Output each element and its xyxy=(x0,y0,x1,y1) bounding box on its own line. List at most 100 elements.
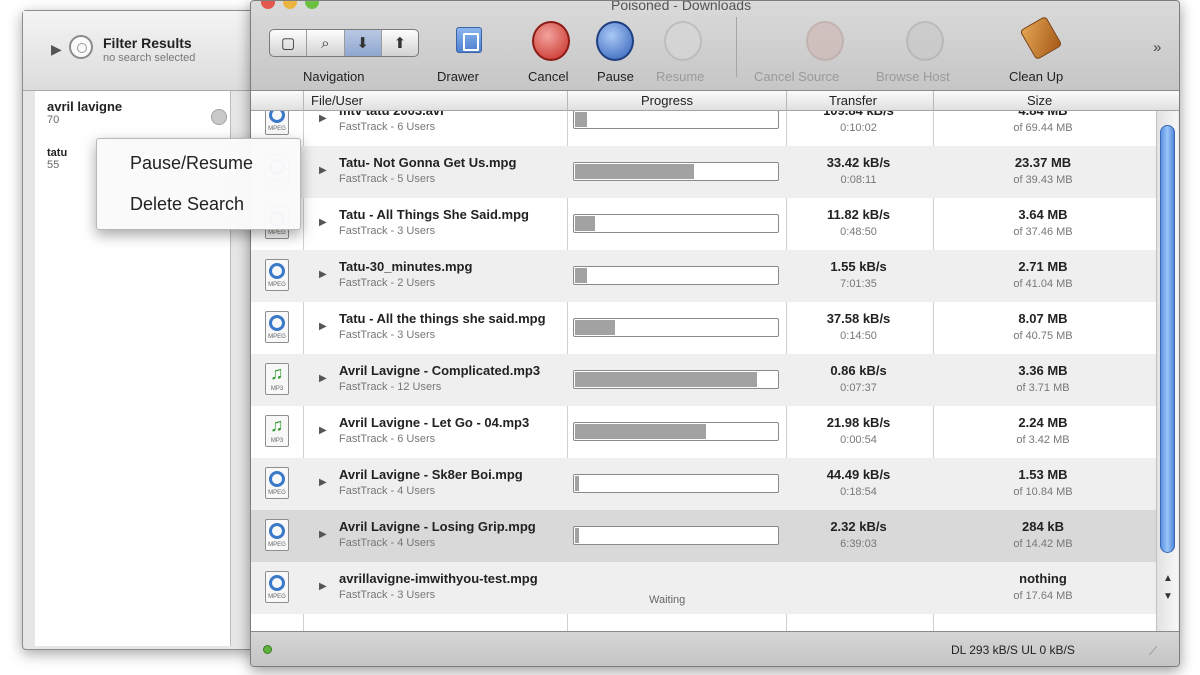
downloaded-size: 1.53 MB xyxy=(1018,467,1068,482)
downloaded-size: nothing xyxy=(1019,571,1067,586)
browse-host-button: Browse Host xyxy=(876,69,950,84)
time-remaining: 0:10:02 xyxy=(840,122,877,134)
progress-fill xyxy=(575,476,579,491)
resume-icon xyxy=(664,21,702,61)
table-row[interactable]: MPEG ▶ Tatu-30_minutes.mpg FastTrack - 2 Us… xyxy=(251,250,1156,302)
downloads-window: Poisoned - Downloads ▢ ⌕ ⬇ ⬆ Navigation … xyxy=(250,0,1180,667)
downloaded-size: 284 kB xyxy=(1022,519,1064,534)
file-name: Avril Lavigne - Complicated.mp3 xyxy=(339,363,541,378)
clean-up-button[interactable]: Clean Up xyxy=(1009,69,1063,84)
disclosure-triangle-icon[interactable]: ▶ xyxy=(319,581,327,592)
pause-icon[interactable] xyxy=(596,21,634,61)
source-users: FastTrack - 5 Users xyxy=(339,173,436,185)
column-divider xyxy=(786,91,787,111)
cancel-button[interactable]: Cancel xyxy=(528,69,568,84)
column-divider xyxy=(567,91,568,111)
source-users: FastTrack - 12 Users xyxy=(339,381,442,393)
file-name: avrillavigne-imwithyou-test.mpg xyxy=(339,571,538,586)
downloaded-size: 2.71 MB xyxy=(1018,259,1068,274)
column-size[interactable]: Size xyxy=(1027,93,1052,108)
progress-bar xyxy=(573,318,779,337)
disclosure-triangle-icon[interactable]: ▶ xyxy=(319,529,327,540)
progress-fill xyxy=(575,424,706,439)
downloads-table: MPEG ▶ mtv tatu 2003.avi FastTrack - 6 User… xyxy=(251,111,1156,631)
source-users: FastTrack - 3 Users xyxy=(339,329,436,341)
scroll-up-arrow-icon[interactable]: ▲ xyxy=(1163,573,1173,584)
scroll-thumb[interactable] xyxy=(1160,125,1175,553)
quicktime-icon: MPEG xyxy=(265,519,289,551)
disclosure-triangle-icon[interactable]: ▶ xyxy=(319,113,327,124)
broom-icon[interactable] xyxy=(1019,15,1063,61)
table-row[interactable]: MPEG ▶ Avril Lavigne - Losing Grip.mpg Fast… xyxy=(251,510,1156,562)
total-size: of 39.43 MB xyxy=(1013,174,1073,186)
cancel-icon[interactable] xyxy=(532,21,570,61)
pause-button[interactable]: Pause xyxy=(597,69,634,84)
disclosure-triangle-icon[interactable]: ▶ xyxy=(319,217,327,228)
search-item-avril-lavigne[interactable]: avril lavigne 70 xyxy=(47,99,122,126)
toolbar-separator xyxy=(736,17,737,77)
search-icon[interactable]: ⌕ xyxy=(307,30,345,56)
transfer-speed: 37.58 kB/s xyxy=(826,311,891,326)
close-window-icon[interactable] xyxy=(261,1,275,9)
table-row[interactable]: ♫ MP3 ▶ Avril Lavigne - Complicated.mp3 Fast… xyxy=(251,354,1156,406)
download-arrow-icon[interactable]: ⬇ xyxy=(344,30,382,56)
drawer-label: Drawer xyxy=(437,69,479,84)
scroll-down-arrow-icon[interactable]: ▼ xyxy=(1163,591,1173,602)
time-remaining: 0:00:54 xyxy=(840,434,877,446)
search-progress-icon[interactable] xyxy=(211,109,227,125)
disclosure-triangle-icon[interactable]: ▶ xyxy=(319,477,327,488)
downloaded-size: 4.84 MB xyxy=(933,111,1153,118)
minimize-window-icon[interactable] xyxy=(283,1,297,9)
cancel-source-icon xyxy=(806,21,844,61)
disclosure-triangle-icon[interactable]: ▶ xyxy=(319,321,327,332)
search-name: avril lavigne xyxy=(47,99,123,114)
file-name: Avril Lavigne - Let Go - 04.mp3 xyxy=(339,415,530,430)
downloaded-size: 3.36 MB xyxy=(1018,363,1068,378)
filter-results-header[interactable]: ▶ Filter Results no search selected xyxy=(23,11,253,91)
column-transfer[interactable]: Transfer xyxy=(829,93,877,108)
total-size: of 40.75 MB xyxy=(1013,330,1073,342)
search-count: 55 xyxy=(47,159,60,171)
resize-grip-icon[interactable]: ⟋ xyxy=(1149,644,1157,659)
table-row[interactable]: ♫ MP3 ▶ Avril Lavigne - Let Go - 04.mp3 Fast… xyxy=(251,406,1156,458)
progress-bar xyxy=(573,422,779,441)
disclosure-triangle-icon[interactable]: ▶ xyxy=(319,425,327,436)
progress-fill xyxy=(575,320,615,335)
zoom-window-icon[interactable] xyxy=(305,1,319,9)
disclosure-triangle-icon[interactable]: ▶ xyxy=(319,373,327,384)
filter-icon xyxy=(69,35,93,59)
table-row[interactable]: MPEG▶Tatu- Not Gonna Get Us.mpgFastTrack… xyxy=(251,146,1156,198)
toolbar-overflow-icon[interactable]: » xyxy=(1153,39,1161,56)
source-users: FastTrack - 3 Users xyxy=(339,225,436,237)
drawer-button[interactable] xyxy=(456,27,482,53)
column-progress[interactable]: Progress xyxy=(641,93,693,108)
table-row[interactable]: MPEG ▶ mtv tatu 2003.avi FastTrack - 6 User… xyxy=(251,111,1156,146)
table-row[interactable]: MPEG ▶ Tatu - All the things she said.mpg F… xyxy=(251,302,1156,354)
file-name: Tatu- Not Gonna Get Us.mpg xyxy=(339,155,517,170)
file-name: Tatu - All Things She Said.mpg xyxy=(339,207,529,222)
total-size: of 17.64 MB xyxy=(1013,590,1073,602)
disclosure-triangle-icon[interactable]: ▶ xyxy=(51,41,62,58)
search-item-tatu[interactable]: tatu 55 xyxy=(47,147,67,171)
menu-item-delete-search[interactable]: Delete Search xyxy=(130,194,244,215)
cancel-source-button: Cancel Source xyxy=(754,69,840,84)
search-drawer: ▶ Filter Results no search selected avri… xyxy=(22,10,254,650)
stop-icon[interactable]: ▢ xyxy=(270,30,308,56)
column-divider xyxy=(303,91,304,111)
time-remaining: 0:48:50 xyxy=(840,226,877,238)
source-users: FastTrack - 4 Users xyxy=(339,485,436,497)
disclosure-triangle-icon[interactable]: ▶ xyxy=(319,165,327,176)
navigation-segmented-control[interactable]: ▢ ⌕ ⬇ ⬆ xyxy=(269,29,419,57)
table-row[interactable]: MPEG ▶ Avril Lavigne - Sk8er Boi.mpg FastTr… xyxy=(251,458,1156,510)
column-file-user[interactable]: File/User xyxy=(311,93,363,108)
progress-bar xyxy=(573,162,779,181)
music-icon: ♫ MP3 xyxy=(265,415,289,447)
file-name: Avril Lavigne - Sk8er Boi.mpg xyxy=(339,467,523,482)
table-row[interactable]: MPEG ▶ Tatu - All Things She Said.mpg FastT… xyxy=(251,198,1156,250)
vertical-scrollbar[interactable]: ▲ ▼ xyxy=(1156,111,1178,631)
menu-item-pause-resume[interactable]: Pause/Resume xyxy=(130,153,253,174)
table-row[interactable]: MPEG ▶ avrillavigne-imwithyou-test.mpg Fast… xyxy=(251,562,1156,614)
disclosure-triangle-icon[interactable]: ▶ xyxy=(319,269,327,280)
upload-arrow-icon[interactable]: ⬆ xyxy=(382,30,418,56)
file-name: Avril Lavigne - Losing Grip.mpg xyxy=(339,519,536,534)
